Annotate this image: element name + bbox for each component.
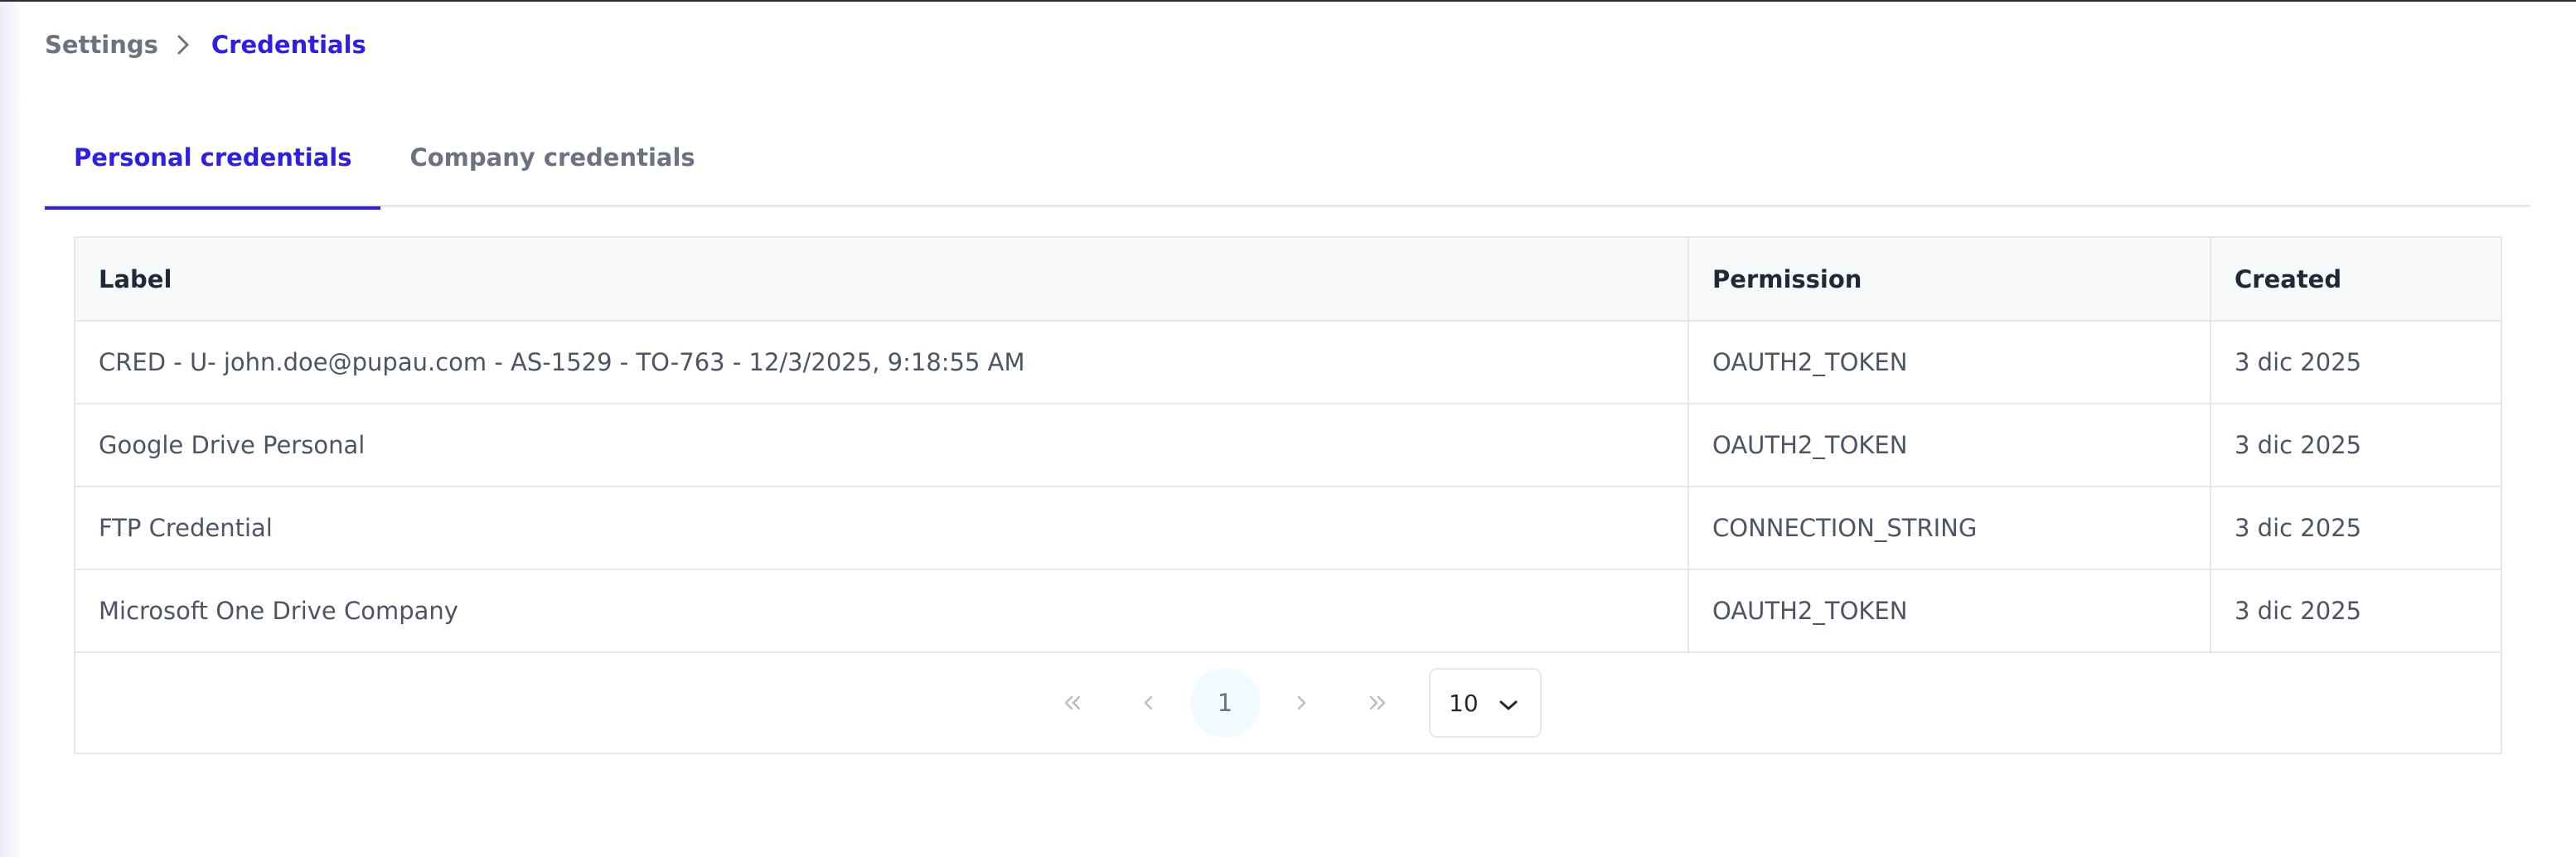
pagination: 1 10 [75, 653, 2501, 753]
table-row[interactable]: Microsoft One Drive Company OAUTH2_TOKEN… [75, 569, 2501, 653]
cell-permission: CONNECTION_STRING [1688, 487, 2211, 570]
cell-created: 3 dic 2025 [2210, 487, 2501, 570]
page-size-value: 10 [1449, 689, 1479, 717]
credentials-table: Label Permission Created CRED - U- john.… [74, 236, 2502, 754]
table-row[interactable]: Google Drive Personal OAUTH2_TOKEN 3 dic… [75, 404, 2501, 487]
cell-created: 3 dic 2025 [2210, 404, 2501, 487]
prev-page-icon[interactable] [1114, 668, 1184, 738]
last-page-icon[interactable] [1343, 668, 1412, 738]
cell-created: 3 dic 2025 [2210, 569, 2501, 653]
cell-label: FTP Credential [75, 487, 1689, 570]
cell-permission: OAUTH2_TOKEN [1688, 321, 2211, 404]
next-page-icon[interactable] [1266, 668, 1336, 738]
cell-label: Microsoft One Drive Company [75, 569, 1689, 653]
chevron-down-icon [1499, 690, 1518, 717]
credentials-tabs: Personal credentials Company credentials [45, 124, 2530, 210]
tab-personal-credentials[interactable]: Personal credentials [45, 124, 381, 210]
cell-permission: OAUTH2_TOKEN [1688, 569, 2211, 653]
cell-created: 3 dic 2025 [2210, 321, 2501, 404]
first-page-icon[interactable] [1038, 668, 1107, 738]
table-row[interactable]: FTP Credential CONNECTION_STRING 3 dic 2… [75, 487, 2501, 570]
cell-label: CRED - U- john.doe@pupau.com - AS-1529 -… [75, 321, 1689, 404]
cell-label: Google Drive Personal [75, 404, 1689, 487]
window-top-border [0, 0, 2576, 2]
column-header-permission: Permission [1688, 238, 2211, 322]
page-number-button[interactable]: 1 [1190, 668, 1260, 738]
page-size-select[interactable]: 10 [1429, 668, 1542, 738]
table-header-row: Label Permission Created [75, 238, 2501, 322]
cell-permission: OAUTH2_TOKEN [1688, 404, 2211, 487]
breadcrumb-settings-link[interactable]: Settings [45, 31, 158, 59]
column-header-label: Label [75, 238, 1689, 322]
column-header-created: Created [2210, 238, 2501, 322]
sidebar-edge [0, 2, 22, 857]
table-row[interactable]: CRED - U- john.doe@pupau.com - AS-1529 -… [75, 321, 2501, 404]
breadcrumb: Settings Credentials [45, 25, 366, 65]
tab-company-credentials[interactable]: Company credentials [380, 124, 724, 207]
breadcrumb-current[interactable]: Credentials [211, 31, 366, 59]
chevron-right-icon [177, 34, 190, 56]
